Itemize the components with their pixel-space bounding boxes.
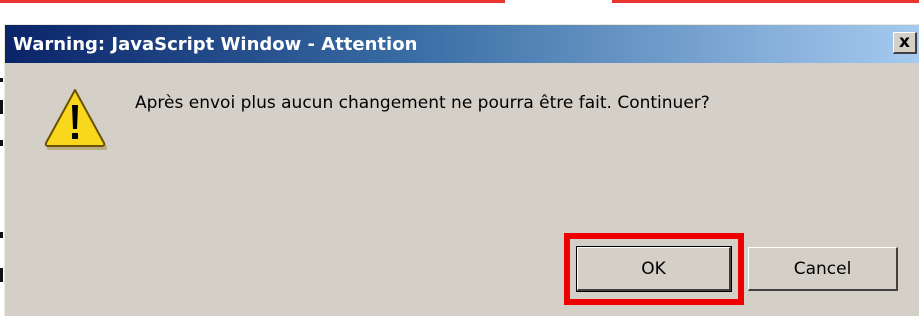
background-page-fragment xyxy=(0,140,3,146)
dialog-titlebar[interactable]: Warning: JavaScript Window - Attention x xyxy=(5,25,919,63)
cancel-button[interactable]: Cancel xyxy=(748,247,898,291)
background-page-fragment xyxy=(0,100,3,114)
background-page-fragment xyxy=(0,232,3,238)
dialog-message: Après envoi plus aucun changement ne pou… xyxy=(135,93,710,113)
dialog-title: Warning: JavaScript Window - Attention xyxy=(13,33,418,55)
background-page-line xyxy=(612,0,919,3)
alert-dialog: Warning: JavaScript Window - Attention x… xyxy=(4,24,919,316)
background-page-fragment xyxy=(0,78,3,82)
background-page-fragment xyxy=(0,268,3,282)
background-page-line xyxy=(0,0,505,3)
close-icon: x xyxy=(899,32,910,52)
ok-button[interactable]: OK xyxy=(576,246,732,292)
close-button[interactable]: x xyxy=(893,32,917,54)
warning-triangle-icon xyxy=(44,89,107,150)
